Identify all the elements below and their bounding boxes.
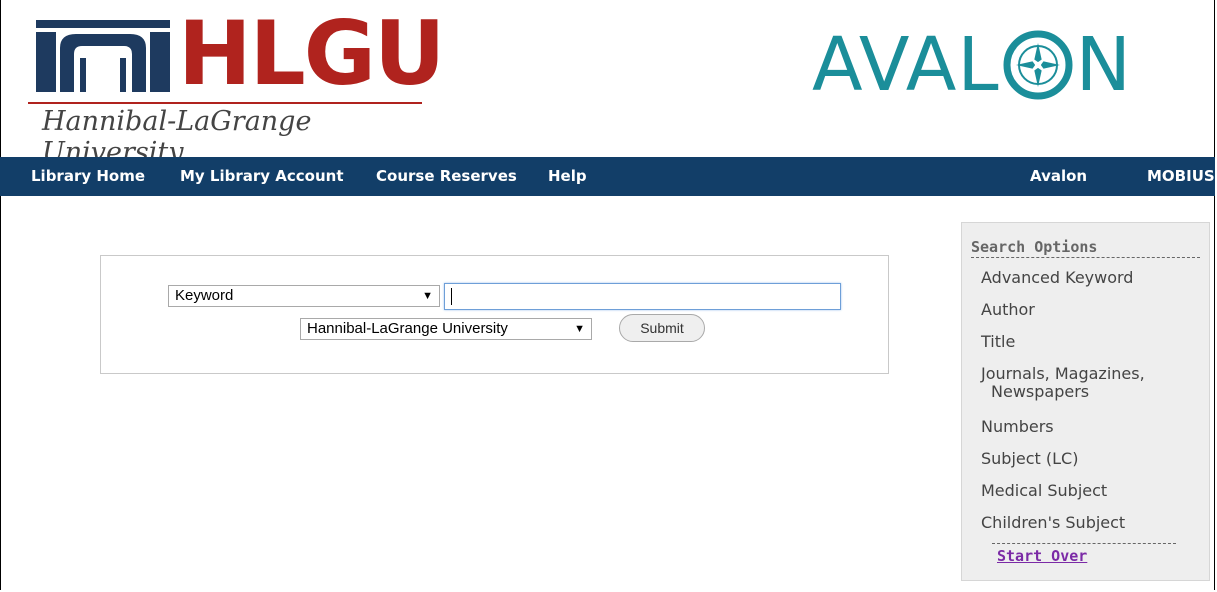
hlgu-logo[interactable]: HLGU Hannibal-LaGrange University xyxy=(28,10,445,168)
nav-help[interactable]: Help xyxy=(548,167,587,185)
search-options-sidebar: Search Options Advanced Keyword Author T… xyxy=(961,222,1210,581)
avalon-logo[interactable]: AVAL N xyxy=(812,28,1132,102)
option-journals-magazines-newspapers[interactable]: Journals, Magazines, Newspapers xyxy=(981,365,1181,401)
option-subject-lc[interactable]: Subject (LC) xyxy=(981,450,1078,468)
dropdown-arrow-icon: ▼ xyxy=(422,290,433,302)
nav-course-reserves[interactable]: Course Reserves xyxy=(376,167,517,185)
main-navbar: Library Home My Library Account Course R… xyxy=(0,157,1215,196)
nav-avalon[interactable]: Avalon xyxy=(1030,167,1087,185)
option-medical-subject[interactable]: Medical Subject xyxy=(981,482,1107,500)
nav-mobius[interactable]: MOBIUS xyxy=(1147,167,1215,185)
avalon-logo-text-left: AVAL xyxy=(812,22,1000,108)
library-select[interactable]: Hannibal-LaGrange University ▼ xyxy=(300,318,592,340)
sidebar-divider xyxy=(992,543,1176,544)
logo-letters: HLGU xyxy=(178,2,445,105)
text-caret xyxy=(451,288,452,305)
search-type-select[interactable]: Keyword ▼ xyxy=(168,285,440,307)
option-advanced-keyword[interactable]: Advanced Keyword xyxy=(981,269,1133,287)
search-type-value: Keyword xyxy=(175,287,234,304)
option-childrens-subject[interactable]: Children's Subject xyxy=(981,514,1125,532)
logo-divider xyxy=(28,102,422,104)
dropdown-arrow-icon: ▼ xyxy=(574,323,585,335)
option-numbers[interactable]: Numbers xyxy=(981,418,1054,436)
nav-library-home[interactable]: Library Home xyxy=(31,167,145,185)
option-author[interactable]: Author xyxy=(981,301,1035,319)
gate-arch-icon xyxy=(36,20,170,92)
start-over-link[interactable]: Start Over xyxy=(997,547,1087,565)
option-title[interactable]: Title xyxy=(981,333,1015,351)
submit-button[interactable]: Submit xyxy=(619,314,705,342)
search-panel: Keyword ▼ Hannibal-LaGrange University ▼… xyxy=(100,255,889,374)
nav-my-library-account[interactable]: My Library Account xyxy=(180,167,344,185)
search-query-input[interactable] xyxy=(444,283,841,310)
avalon-logo-text-right: N xyxy=(1075,22,1132,108)
library-select-value: Hannibal-LaGrange University xyxy=(307,320,508,337)
option-journals-label: Journals, Magazines, Newspapers xyxy=(981,364,1145,401)
compass-rose-icon xyxy=(1003,30,1073,100)
search-options-title: Search Options xyxy=(971,238,1200,258)
